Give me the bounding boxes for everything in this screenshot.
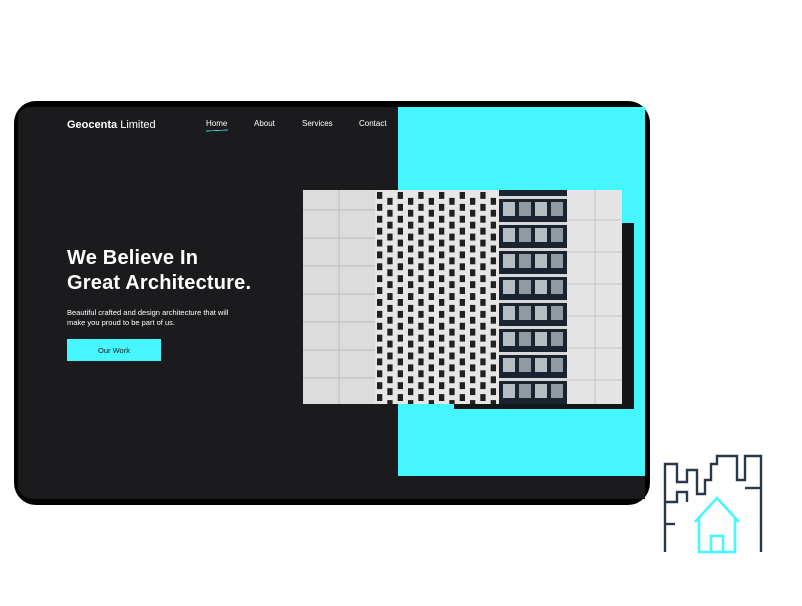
hero-subtitle: Beautiful crafted and design architectur…: [67, 308, 267, 328]
website-screen: Geocenta Limited Home About Services Con…: [18, 107, 645, 499]
nav-item-about[interactable]: About: [254, 119, 275, 128]
nav-item-label: About: [254, 119, 275, 128]
nav-item-label: Contact: [359, 119, 387, 128]
hero-subtitle-line-1: Beautiful crafted and design architectur…: [67, 308, 229, 317]
city-house-icon: [663, 454, 763, 554]
nav-item-services[interactable]: Services: [302, 119, 333, 128]
hero-subtitle-line-2: make you proud to be part of us.: [67, 318, 175, 327]
hero-title-line-1: We Believe In: [67, 247, 199, 269]
nav-item-contact[interactable]: Contact: [359, 119, 387, 128]
nav-item-label: Services: [302, 119, 333, 128]
our-work-button[interactable]: Our Work: [67, 339, 161, 361]
nav-item-home[interactable]: Home: [205, 119, 229, 132]
brand-name-light: Limited: [120, 119, 156, 131]
brand-name-bold: Geocenta: [67, 119, 118, 131]
building-facade-photo: [303, 190, 622, 404]
building-photo-graphic: [303, 190, 622, 404]
hero-title-line-2: Great Architecture.: [67, 272, 252, 294]
active-nav-underline: [205, 129, 229, 132]
hero-title: We Believe In Great Architecture.: [67, 246, 251, 296]
brand-logo[interactable]: Geocenta Limited: [67, 119, 156, 131]
nav-item-label: Home: [206, 119, 228, 128]
